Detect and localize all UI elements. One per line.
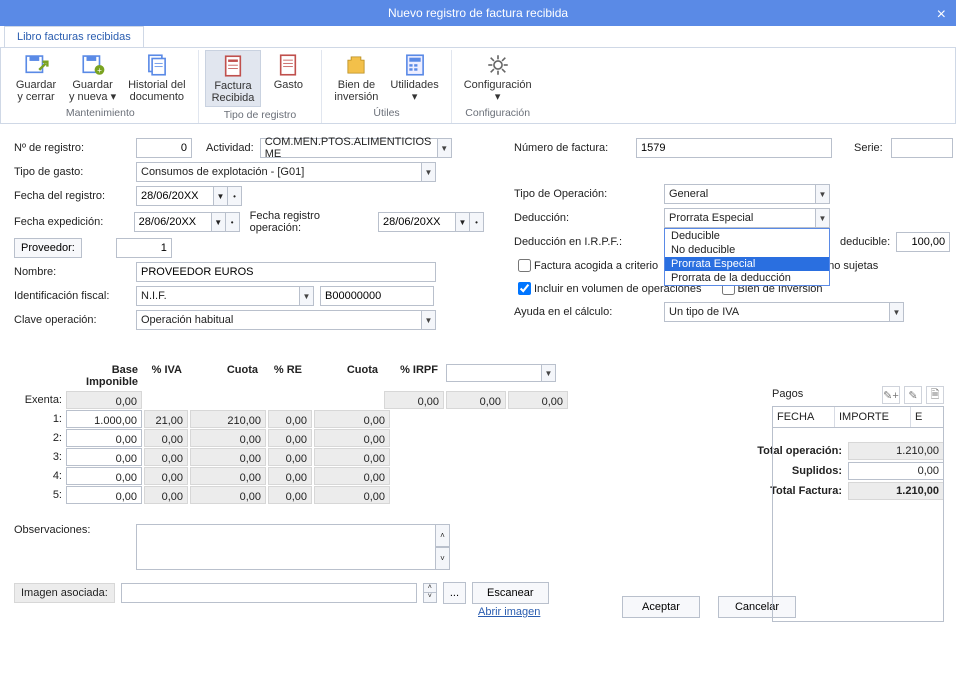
ribbon-factura-recibida[interactable]: Factura Recibida <box>205 50 262 107</box>
hdr-cuota2: Cuota <box>306 362 382 390</box>
pagos-col-importe: IMPORTE <box>835 407 911 427</box>
imagen-path-input[interactable] <box>121 583 417 603</box>
pagos-col-fecha: FECHA <box>773 407 835 427</box>
deduccion-option[interactable]: Deducible <box>665 229 829 243</box>
label-observaciones: Observaciones: <box>14 524 136 536</box>
label-fecha-expedicion: Fecha expedición: <box>14 216 134 228</box>
clave-op-select[interactable]: Operación habitual▼ <box>136 310 436 330</box>
deduccion-option[interactable]: No deducible <box>665 243 829 257</box>
irpf-concept-select[interactable]: ▼ <box>446 364 556 382</box>
hdr-base: Base Imponible <box>66 362 142 390</box>
hdr-cuota: Cuota <box>186 362 262 390</box>
label-serie: Serie: <box>854 142 883 154</box>
label-ded-irpf: Deducción en I.R.P.F.: <box>514 236 664 248</box>
escanear-button[interactable]: Escanear <box>472 582 548 604</box>
label-nombre: Nombre: <box>14 266 136 278</box>
abrir-imagen-link[interactable]: Abrir imagen <box>478 606 540 618</box>
irpf-v1: 0,00 <box>384 391 444 409</box>
img-up-icon[interactable]: ˄ <box>423 583 437 593</box>
ribbon: Guardar y cerrar+Guardar y nueva ▾Histor… <box>0 48 956 124</box>
deduccion-option[interactable]: Prorrata Especial <box>665 257 829 271</box>
actividad-select[interactable]: COM.MEN.PTOS.ALIMENTICIOS ME▼ <box>260 138 452 158</box>
n-registro-input[interactable] <box>136 138 192 158</box>
ident-num-input[interactable] <box>320 286 434 306</box>
irpf-v3: 0,00 <box>508 391 568 409</box>
title-bar: Nuevo registro de factura recibida × <box>0 0 956 26</box>
pct-deducible-input[interactable] <box>896 232 950 252</box>
pagos-del-icon[interactable]: 🗎 <box>926 386 944 404</box>
tipo-operacion-select[interactable]: General▼ <box>664 184 830 204</box>
pagos-panel: Pagos ✎+ ✎ 🗎 FECHA IMPORTE E <box>772 386 944 622</box>
label-ident-fiscal: Identificación fiscal: <box>14 290 136 302</box>
window-title: Nuevo registro de factura recibida <box>388 6 568 20</box>
deduccion-option[interactable]: Prorrata de la deducción <box>665 271 829 285</box>
obs-up-icon[interactable]: ˄ <box>436 524 450 547</box>
svg-text:+: + <box>97 66 102 75</box>
proveedor-button[interactable]: Proveedor: <box>14 238 82 258</box>
ayuda-calc-select[interactable]: Un tipo de IVA▼ <box>664 302 904 322</box>
serie-input[interactable] <box>891 138 953 158</box>
num-factura-input[interactable] <box>636 138 832 158</box>
tipo-gasto-select[interactable]: Consumos de explotación - [G01]▼ <box>136 162 436 182</box>
label-tipo-gasto: Tipo de gasto: <box>14 166 136 178</box>
ribbon-utilidades[interactable]: Utilidades ▾ <box>384 50 444 105</box>
label-tipo-operacion: Tipo de Operación: <box>514 188 664 200</box>
exenta-value: 0,00 <box>66 391 142 409</box>
deduccion-dropdown-list[interactable]: DeducibleNo deducibleProrrata EspecialPr… <box>664 228 830 286</box>
label-imagen-asociada: Imagen asociada: <box>14 583 115 603</box>
aceptar-button[interactable]: Aceptar <box>622 596 700 618</box>
label-ayuda-calc: Ayuda en el cálculo: <box>514 306 664 318</box>
hdr-pre: % RE <box>262 362 306 390</box>
label-exenta: Exenta: <box>14 392 66 408</box>
pagos-edit-icon[interactable]: ✎ <box>904 386 922 404</box>
ribbon-bien-inversion[interactable]: Bien de inversión <box>328 50 384 105</box>
ribbon-guardar-nueva[interactable]: +Guardar y nueva ▾ <box>63 50 122 105</box>
label-factura-cc: Factura acogida a criterio <box>534 260 658 272</box>
incluir-vol-checkbox[interactable] <box>518 282 531 295</box>
ident-tipo-select[interactable]: N.I.F.▼ <box>136 286 314 306</box>
fecha-registro-input[interactable]: ▼• <box>136 186 242 206</box>
label-pct-deducible: deducible: <box>840 236 890 248</box>
deduccion-select[interactable]: Prorrata Especial▼ <box>664 208 830 228</box>
label-num-factura: Número de factura: <box>514 142 636 154</box>
label-no-sujetas: no sujetas <box>828 260 878 272</box>
ribbon-guardar-cerrar[interactable]: Guardar y cerrar <box>9 50 63 105</box>
fecha-reg-op-input[interactable]: ▼• <box>378 212 484 232</box>
pagos-col-e: E <box>911 407 935 427</box>
irpf-v2: 0,00 <box>446 391 506 409</box>
tab-libro-facturas[interactable]: Libro facturas recibidas <box>4 26 144 47</box>
pagos-add-icon[interactable]: ✎+ <box>882 386 900 404</box>
label-clave-op: Clave operación: <box>14 314 136 326</box>
label-n-registro: Nº de registro: <box>14 142 136 154</box>
fecha-expedicion-input[interactable]: ▼• <box>134 212 240 232</box>
ribbon-gasto[interactable]: Gasto <box>261 50 315 107</box>
close-icon[interactable]: × <box>937 2 946 28</box>
label-actividad: Actividad: <box>206 142 254 154</box>
proveedor-input[interactable] <box>116 238 172 258</box>
label-fecha-reg-op: Fecha registro operación: <box>250 210 372 234</box>
label-fecha-registro: Fecha del registro: <box>14 190 136 202</box>
hdr-pirpf: % IRPF <box>382 362 442 390</box>
ribbon-historial[interactable]: Historial del documento <box>122 50 191 105</box>
factura-cc-checkbox[interactable] <box>518 259 531 272</box>
label-deduccion: Deducción: <box>514 212 664 224</box>
ribbon-configuracion[interactable]: Configuración ▾ <box>458 50 538 105</box>
obs-down-icon[interactable]: ˅ <box>436 547 450 570</box>
nombre-input[interactable] <box>136 262 436 282</box>
img-down-icon[interactable]: ˅ <box>423 593 437 603</box>
browse-button[interactable]: ... <box>443 582 466 604</box>
observaciones-input[interactable] <box>136 524 436 570</box>
pagos-title: Pagos <box>772 386 803 400</box>
hdr-piva: % IVA <box>142 362 186 390</box>
